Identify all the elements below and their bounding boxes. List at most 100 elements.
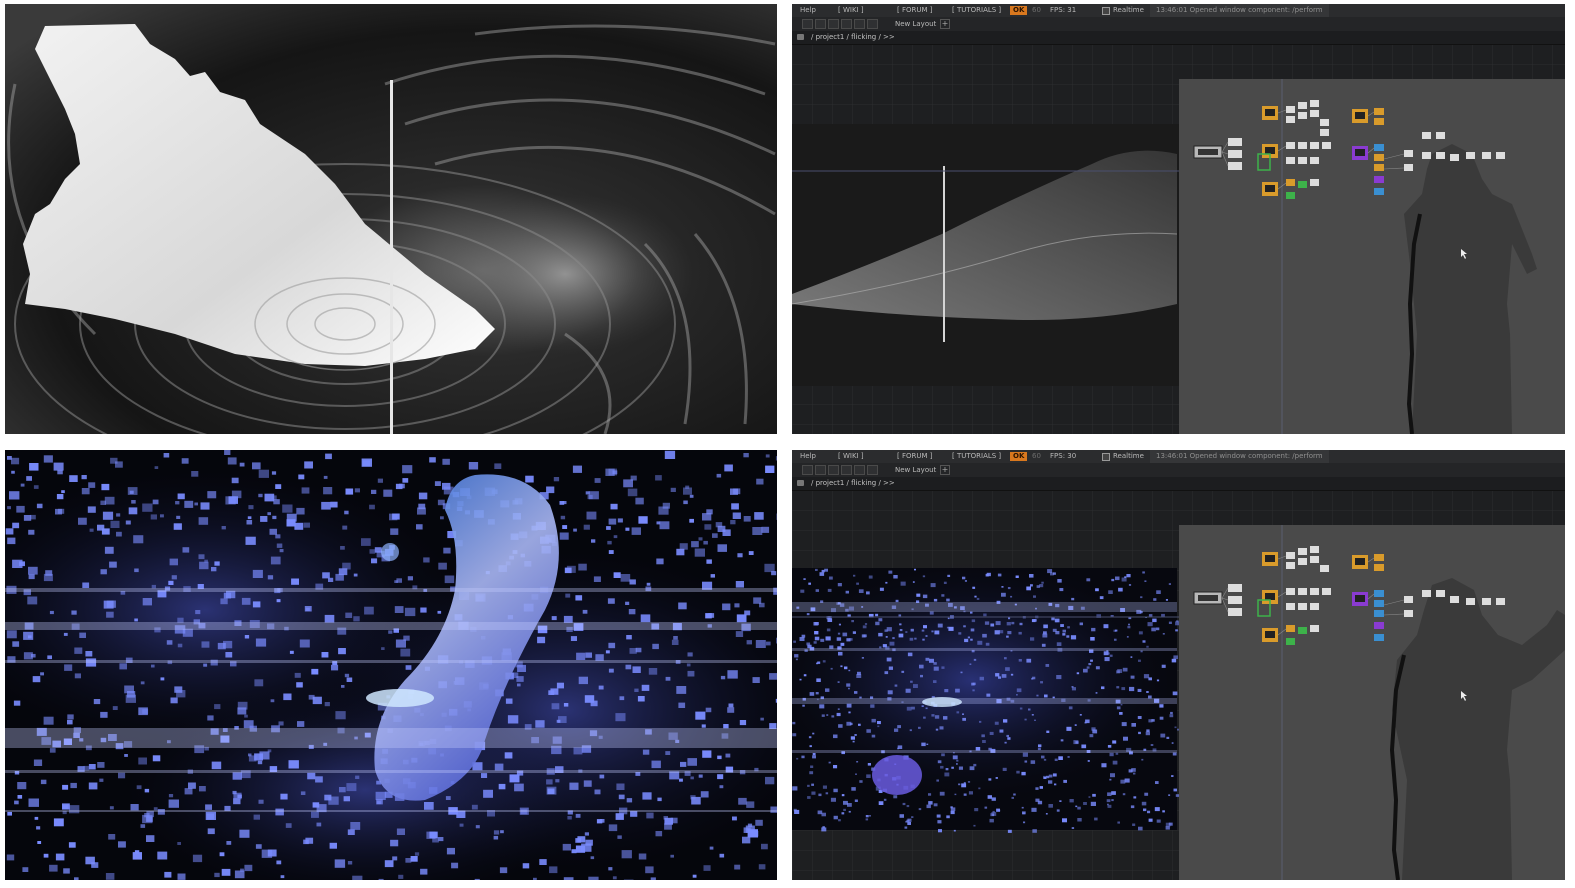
- particle: [1100, 597, 1103, 599]
- particle: [258, 799, 264, 804]
- particle: [905, 688, 911, 693]
- particle: [248, 755, 257, 762]
- particle: [276, 599, 281, 603]
- particle: [955, 688, 960, 693]
- particle: [330, 501, 338, 508]
- particle: [404, 607, 416, 617]
- particle: [307, 772, 316, 780]
- particle: [1026, 586, 1031, 591]
- particle: [1168, 583, 1171, 585]
- particle: [324, 614, 335, 623]
- realtime-checkbox-icon[interactable]: [1102, 7, 1110, 15]
- particle: [1171, 775, 1174, 777]
- particle: [629, 648, 637, 654]
- particle: [402, 478, 409, 483]
- add-layout-button[interactable]: +: [940, 465, 950, 475]
- particle: [982, 633, 987, 638]
- particle: [687, 652, 693, 657]
- particle: [1131, 723, 1136, 727]
- menu-help[interactable]: Help: [800, 450, 816, 463]
- menu-forum[interactable]: [ FORUM ]: [897, 450, 932, 463]
- particle: [811, 783, 814, 786]
- particle: [403, 635, 410, 641]
- particle: [7, 456, 12, 460]
- particle: [474, 878, 480, 880]
- particle: [822, 785, 827, 789]
- particle: [727, 670, 738, 679]
- particle: [176, 690, 186, 698]
- layout-bar: New Layout +: [792, 463, 1565, 477]
- layout-name[interactable]: New Layout: [895, 17, 936, 31]
- ok-badge[interactable]: OK: [1010, 6, 1028, 15]
- particle: [109, 561, 117, 568]
- particle: [991, 797, 996, 801]
- particle: [225, 652, 233, 658]
- particle: [1151, 627, 1156, 632]
- particle: [612, 876, 617, 880]
- particle: [704, 524, 712, 530]
- menu-forum[interactable]: [ FORUM ]: [897, 4, 932, 17]
- particle: [181, 458, 189, 464]
- particle: [1142, 571, 1145, 574]
- menu-bar: Help [ WIKI ] [ FORUM ] [ TUTORIALS ] OK…: [792, 450, 1565, 463]
- particle: [87, 506, 96, 513]
- particle: [493, 835, 499, 840]
- home-icon[interactable]: [797, 34, 804, 40]
- home-icon[interactable]: [797, 480, 804, 486]
- particle: [852, 740, 855, 743]
- particle: [1013, 793, 1016, 796]
- particle: [862, 625, 867, 629]
- particle: [514, 783, 524, 792]
- particle: [5, 528, 14, 535]
- menu-tutorials[interactable]: [ TUTORIALS ]: [952, 450, 1001, 463]
- realtime-checkbox-icon[interactable]: [1102, 453, 1110, 461]
- particle: [986, 693, 991, 697]
- particle: [878, 618, 883, 622]
- particle: [803, 578, 806, 580]
- particle: [760, 717, 764, 721]
- particle: [827, 588, 832, 592]
- particle: [888, 666, 893, 670]
- particle: [1085, 719, 1090, 724]
- network-path[interactable]: / project1 / flicking / >>: [811, 31, 895, 44]
- particle: [1156, 590, 1161, 594]
- particle: [134, 850, 140, 854]
- menu-wiki[interactable]: [ WIKI ]: [838, 4, 864, 17]
- particle: [902, 802, 906, 806]
- particle: [1016, 688, 1022, 693]
- particle: [844, 666, 848, 670]
- particle: [340, 546, 345, 550]
- layout-name[interactable]: New Layout: [895, 463, 936, 477]
- menu-help[interactable]: Help: [800, 4, 816, 17]
- particle: [49, 864, 58, 872]
- particle: [994, 630, 1000, 635]
- particle: [846, 703, 852, 708]
- network-path[interactable]: / project1 / flicking / >>: [811, 477, 895, 490]
- particle: [884, 671, 889, 675]
- particle: [321, 652, 329, 658]
- particle: [948, 626, 954, 631]
- ok-badge[interactable]: OK: [1010, 452, 1028, 461]
- menu-tutorials[interactable]: [ TUTORIALS ]: [952, 4, 1001, 17]
- particle: [483, 789, 493, 798]
- particle: [954, 793, 957, 796]
- particle: [617, 835, 622, 839]
- particle: [863, 634, 867, 638]
- particle: [651, 760, 661, 769]
- particle: [578, 676, 588, 685]
- particle: [133, 535, 144, 544]
- add-layout-button[interactable]: +: [940, 19, 950, 29]
- fps-readout: FPS: 30: [1050, 452, 1077, 460]
- particle: [1018, 631, 1022, 635]
- particle: [1077, 818, 1082, 822]
- menu-wiki[interactable]: [ WIKI ]: [838, 450, 864, 463]
- particle: [680, 761, 687, 767]
- particle: [635, 497, 644, 505]
- particle: [571, 849, 577, 854]
- particle: [583, 524, 590, 530]
- particle: [392, 856, 398, 861]
- particle: [1112, 760, 1118, 765]
- particle: [971, 619, 976, 623]
- particle: [417, 507, 426, 515]
- particle: [575, 595, 583, 601]
